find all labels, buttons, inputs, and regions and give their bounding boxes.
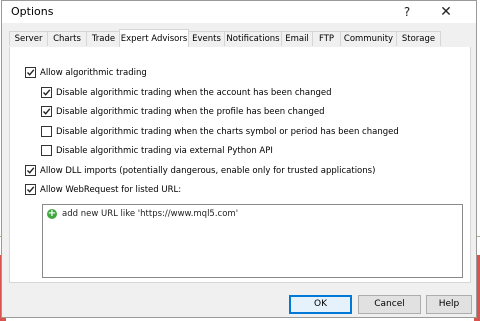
checkmark-icon [43,89,51,96]
tab-community[interactable]: Community [340,31,397,46]
help-icon[interactable]: ? [392,1,422,23]
options-dialog: Options ? ✕ Server Charts Trade Expert A… [1,0,477,318]
dialog-title: Options [11,5,54,18]
plus-icon: + [47,208,57,219]
disable-python-label: Disable algorithmic trading via external… [56,146,273,156]
close-icon[interactable]: ✕ [431,1,461,23]
allow-algo-label: Allow algorithmic trading [40,68,147,78]
url-list[interactable]: + add new URL like 'https://www.mql5.com… [42,204,463,278]
disable-profile-checkbox[interactable] [41,106,52,117]
tab-events[interactable]: Events [188,31,225,46]
cancel-button[interactable]: Cancel [358,295,421,314]
checkmark-icon [43,108,51,115]
help-button[interactable]: Help [426,295,472,314]
disable-account-label: Disable algorithmic trading when the acc… [56,88,332,98]
allow-webrequest-label: Allow WebRequest for listed URL: [40,185,182,195]
tab-server[interactable]: Server [9,31,48,46]
checkmark-icon [27,186,35,193]
allow-algo-checkbox[interactable] [25,67,36,78]
tab-notifications[interactable]: Notifications [224,31,282,46]
tab-strip: Server Charts Trade Expert Advisors Even… [9,29,471,48]
title-bar: Options ? ✕ [2,1,476,23]
tab-trade[interactable]: Trade [86,31,121,46]
allow-webrequest-checkbox[interactable] [25,184,36,195]
tab-storage[interactable]: Storage [396,31,441,46]
tab-email[interactable]: Email [281,31,313,46]
ok-button[interactable]: OK [289,295,352,314]
tab-ftp[interactable]: FTP [312,31,341,46]
disable-python-checkbox[interactable] [41,145,52,156]
add-url-text: add new URL like 'https://www.mql5.com' [62,209,239,219]
disable-account-checkbox[interactable] [41,87,52,98]
allow-dll-label: Allow DLL imports (potentially dangerous… [40,166,376,176]
disable-profile-label: Disable algorithmic trading when the pro… [56,107,325,117]
expert-advisors-panel: Allow algorithmic trading Disable algori… [9,47,471,283]
allow-dll-checkbox[interactable] [25,165,36,176]
checkmark-icon [27,69,35,76]
disable-symbol-checkbox[interactable] [41,126,52,137]
checkmark-icon [27,167,35,174]
tab-charts[interactable]: Charts [47,31,87,46]
tab-expert-advisors[interactable]: Expert Advisors [119,29,189,47]
disable-symbol-label: Disable algorithmic trading when the cha… [56,127,399,137]
